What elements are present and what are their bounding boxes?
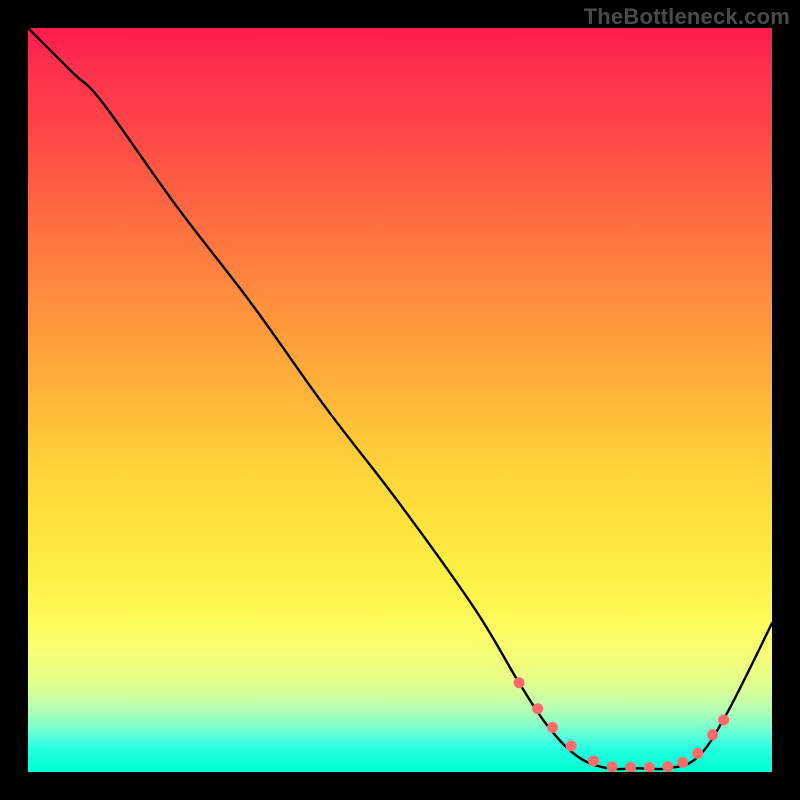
curve-svg [28, 28, 772, 772]
marker-dot [644, 762, 655, 772]
marker-dot [662, 761, 673, 772]
marker-dot [514, 677, 525, 688]
marker-dot [532, 703, 543, 714]
marker-dot [677, 757, 688, 768]
plot-area [28, 28, 772, 772]
bottleneck-curve [28, 28, 772, 769]
marker-dot [718, 714, 729, 725]
chart-frame: TheBottleneck.com [0, 0, 800, 800]
marker-dot [547, 722, 558, 733]
marker-dot [588, 755, 599, 766]
marker-dot [692, 748, 703, 759]
marker-dot [607, 761, 618, 772]
marker-dot [625, 762, 636, 772]
marker-dot [566, 740, 577, 751]
marker-dot [707, 729, 718, 740]
watermark-text: TheBottleneck.com [584, 4, 790, 30]
